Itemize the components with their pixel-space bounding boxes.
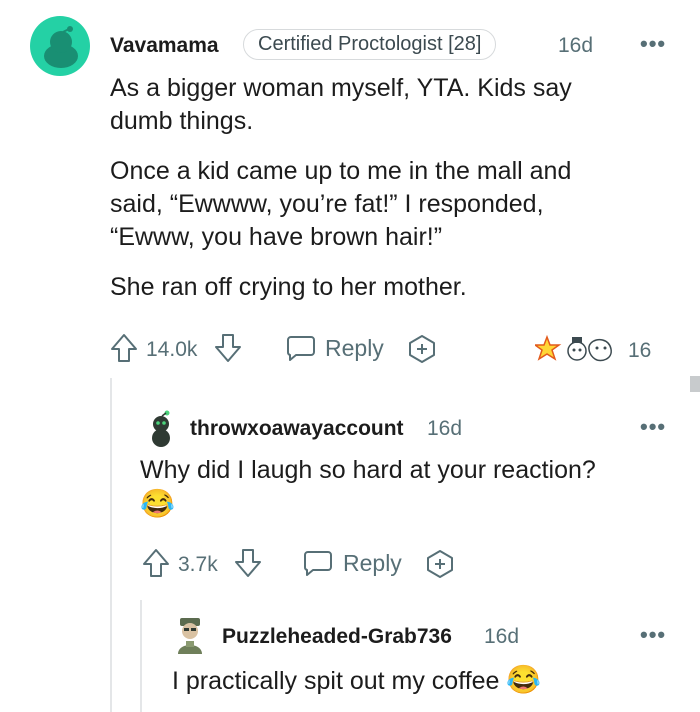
comment-text: I practically spit out my coffee — [172, 667, 500, 695]
avatar[interactable] — [30, 16, 90, 76]
comment-timestamp: 16d — [484, 625, 520, 648]
downvote-icon[interactable] — [214, 333, 242, 363]
thread-line[interactable] — [110, 378, 112, 712]
reply-icon[interactable] — [303, 549, 333, 577]
comment-timestamp: 16d — [427, 417, 463, 440]
laughing-emoji: 😂 — [506, 664, 542, 695]
downvote-icon[interactable] — [234, 548, 262, 578]
comment-body: As a bigger woman myself, YTA. Kids say … — [110, 72, 650, 304]
reply-button[interactable]: Reply — [325, 335, 384, 362]
award-icon[interactable] — [407, 334, 437, 364]
avatar[interactable] — [146, 408, 176, 448]
upvote-icon[interactable] — [110, 333, 138, 363]
upvote-icon[interactable] — [142, 548, 170, 578]
comment-paragraph: Once a kid came up to me in the mall and… — [110, 157, 572, 251]
comment-author[interactable]: Puzzleheaded-Grab736 — [222, 625, 452, 649]
comment-text: Why did I laugh so hard at your reaction… — [140, 456, 596, 484]
comment-paragraph: As a bigger woman myself, YTA. Kids say … — [110, 74, 572, 135]
laughing-emoji: 😂 — [140, 488, 175, 519]
comment-timestamp: 16d — [558, 34, 594, 57]
scroll-indicator[interactable] — [690, 376, 700, 392]
comment-author[interactable]: throwxoawayaccount — [190, 417, 404, 441]
comment-paragraph: She ran off crying to her mother. — [110, 273, 467, 301]
reply-button[interactable]: Reply — [343, 550, 402, 577]
avatar[interactable] — [172, 614, 208, 656]
comment-body: I practically spit out my coffee 😂 — [172, 663, 541, 698]
comment-author[interactable]: Vavamama — [110, 34, 219, 58]
award-icon[interactable] — [425, 549, 455, 579]
vote-score: 3.7k — [178, 553, 218, 576]
comment-body: Why did I laugh so hard at your reaction… — [140, 454, 596, 487]
awards-count: 16 — [628, 339, 652, 362]
more-options-button[interactable]: ••• — [640, 622, 666, 648]
more-options-button[interactable]: ••• — [640, 31, 666, 57]
more-options-button[interactable]: ••• — [640, 414, 666, 440]
vote-score: 14.0k — [146, 338, 198, 361]
reply-icon[interactable] — [286, 334, 316, 362]
awards-icons[interactable] — [535, 333, 621, 367]
thread-line[interactable] — [140, 600, 142, 712]
user-flair: Certified Proctologist [28] — [243, 29, 497, 60]
